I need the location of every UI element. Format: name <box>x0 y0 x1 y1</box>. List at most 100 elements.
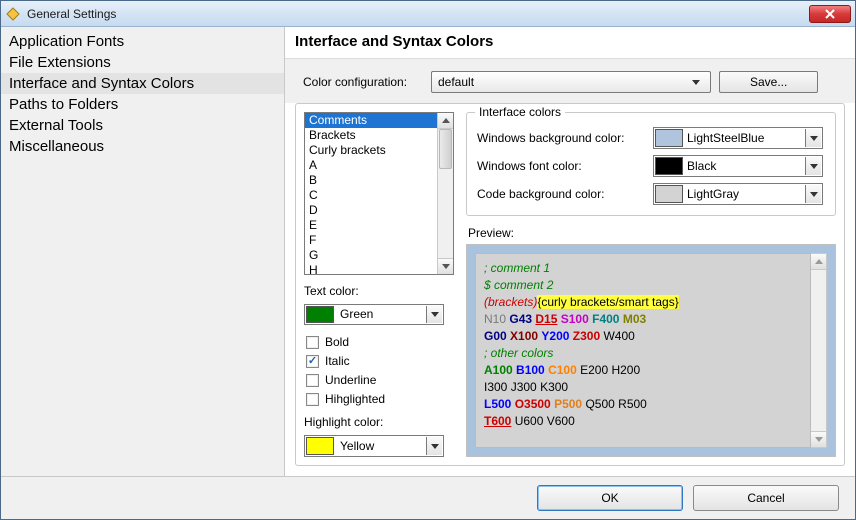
scroll-up-icon[interactable] <box>811 254 826 270</box>
preview-token: O3500 <box>515 397 551 411</box>
preview-token: E200 <box>580 363 608 377</box>
category-item[interactable]: E <box>305 218 437 233</box>
chevron-down-icon <box>805 129 821 147</box>
color-value: Black <box>687 159 805 173</box>
config-label: Color configuration: <box>303 75 423 89</box>
interface-color-row: Windows font color: Black <box>477 155 825 177</box>
preview-token: F400 <box>592 312 619 326</box>
category-item[interactable]: D <box>305 203 437 218</box>
interface-color-label: Windows background color: <box>477 131 647 145</box>
category-item[interactable]: Comments <box>305 113 437 128</box>
category-item[interactable]: Brackets <box>305 128 437 143</box>
app-icon <box>5 6 21 22</box>
preview-token: S100 <box>561 312 589 326</box>
category-item[interactable]: Curly brackets <box>305 143 437 158</box>
interface-color-label: Windows font color: <box>477 159 647 173</box>
titlebar: General Settings <box>1 1 855 27</box>
category-item[interactable]: A <box>305 158 437 173</box>
checkbox-box <box>306 336 319 349</box>
chevron-down-icon <box>692 80 706 85</box>
category-item[interactable]: C <box>305 188 437 203</box>
main-panel: Interface and Syntax Colors Color config… <box>285 27 855 476</box>
style-checkboxes: Bold Italic Underline Hihglighted <box>304 335 454 406</box>
interface-color-label: Code background color: <box>477 187 647 201</box>
italic-checkbox[interactable]: Italic <box>306 354 454 368</box>
highlighted-checkbox[interactable]: Hihglighted <box>306 392 454 406</box>
highlight-color-swatch <box>306 437 334 455</box>
preview-token: D15 <box>535 312 557 326</box>
cancel-label: Cancel <box>747 491 784 505</box>
checkbox-label: Bold <box>325 335 349 349</box>
preview-token: G43 <box>509 312 532 326</box>
bold-checkbox[interactable]: Bold <box>306 335 454 349</box>
chevron-down-icon <box>805 185 821 203</box>
color-picker[interactable]: Black <box>653 155 823 177</box>
color-picker[interactable]: LightSteelBlue <box>653 127 823 149</box>
color-swatch <box>655 185 683 203</box>
checkbox-box <box>306 355 319 368</box>
group-title: Interface colors <box>475 105 565 119</box>
scroll-down-icon[interactable] <box>811 431 826 447</box>
chevron-down-icon <box>426 437 442 455</box>
preview-token: (brackets) <box>484 295 537 309</box>
category-item[interactable]: B <box>305 173 437 188</box>
preview-token: B100 <box>516 363 545 377</box>
preview-token: I300 <box>484 380 507 394</box>
sidebar-item-miscellaneous[interactable]: Miscellaneous <box>1 136 284 157</box>
sidebar-item-file-extensions[interactable]: File Extensions <box>1 52 284 73</box>
preview-token: A100 <box>484 363 513 377</box>
preview-token: W400 <box>603 329 634 343</box>
ok-button[interactable]: OK <box>537 485 683 511</box>
category-item[interactable]: G <box>305 248 437 263</box>
preview-label: Preview: <box>468 226 836 240</box>
sidebar-item-paths-to-folders[interactable]: Paths to Folders <box>1 94 284 115</box>
highlight-color-value: Yellow <box>338 439 426 453</box>
category-item[interactable]: H <box>305 263 437 274</box>
dialog-footer: OK Cancel <box>1 477 855 519</box>
right-column: Interface colors Windows background colo… <box>466 112 836 457</box>
color-picker[interactable]: LightGray <box>653 183 823 205</box>
preview-token: G00 <box>484 329 507 343</box>
preview-token: ; comment 1 <box>484 261 550 275</box>
preview-token: Q500 <box>585 397 614 411</box>
sidebar-item-external-tools[interactable]: External Tools <box>1 115 284 136</box>
highlight-color-combo[interactable]: Yellow <box>304 435 444 457</box>
category-listbox[interactable]: CommentsBracketsCurly bracketsABCDEFGHI <box>304 112 454 275</box>
close-button[interactable] <box>809 5 851 23</box>
text-color-swatch <box>306 306 334 324</box>
config-value: default <box>438 75 474 89</box>
ok-label: OK <box>601 491 618 505</box>
cancel-button[interactable]: Cancel <box>693 485 839 511</box>
preview-token: R500 <box>618 397 647 411</box>
config-combo[interactable]: default <box>431 71 711 93</box>
left-column: CommentsBracketsCurly bracketsABCDEFGHI … <box>304 112 454 457</box>
checkbox-label: Italic <box>325 354 350 368</box>
preview-token: V600 <box>547 414 575 428</box>
interface-color-row: Windows background color: LightSteelBlue <box>477 127 825 149</box>
preview-token: C100 <box>548 363 577 377</box>
text-color-combo[interactable]: Green <box>304 304 444 326</box>
listbox-scrollbar[interactable] <box>437 113 453 274</box>
preview-token: $ comment 2 <box>484 278 553 292</box>
color-swatch <box>655 157 683 175</box>
sidebar-item-interface-and-syntax-colors[interactable]: Interface and Syntax Colors <box>1 73 284 94</box>
save-button[interactable]: Save... <box>719 71 818 93</box>
preview-token: L500 <box>484 397 511 411</box>
preview-token: Y200 <box>541 329 569 343</box>
settings-sidebar: Application FontsFile ExtensionsInterfac… <box>1 27 285 476</box>
preview-scrollbar[interactable] <box>811 253 827 448</box>
scroll-thumb[interactable] <box>439 129 452 169</box>
checkbox-box <box>306 393 319 406</box>
color-swatch <box>655 129 683 147</box>
category-item[interactable]: F <box>305 233 437 248</box>
underline-checkbox[interactable]: Underline <box>306 373 454 387</box>
config-row: Color configuration: default Save... <box>285 59 855 103</box>
settings-window: General Settings Application FontsFile E… <box>0 0 856 520</box>
scroll-down-icon[interactable] <box>438 258 453 274</box>
sidebar-item-application-fonts[interactable]: Application Fonts <box>1 31 284 52</box>
preview-token: T600 <box>484 414 511 428</box>
preview-code: ; comment 1 $ comment 2 (brackets){curly… <box>475 253 811 448</box>
preview-token: ; other colors <box>484 346 553 360</box>
color-value: LightGray <box>687 187 805 201</box>
scroll-up-icon[interactable] <box>438 113 453 129</box>
